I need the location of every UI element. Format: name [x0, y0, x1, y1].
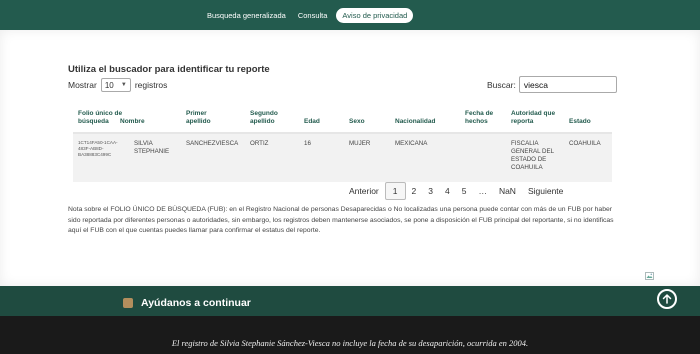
- th-edad[interactable]: Edad: [304, 118, 334, 126]
- pagination-page-last[interactable]: NaN: [493, 182, 522, 200]
- caption-band: El registro de Silvia Stephanie Sánchez-…: [0, 316, 700, 354]
- nav-consulta[interactable]: Consulta: [295, 9, 331, 22]
- help-badge-icon: [123, 298, 133, 308]
- cell-primer-apellido: SANCHEZVIESCA: [186, 140, 239, 147]
- records-label: registros: [134, 80, 168, 90]
- help-row: Ayúdanos a continuar: [123, 297, 251, 309]
- table-header: Folio único de búsqueda Nombre Primer ap…: [73, 96, 612, 134]
- show-label: Mostrar: [68, 80, 97, 90]
- results-table: Folio único de búsqueda Nombre Primer ap…: [73, 96, 612, 182]
- main-content: Utiliza el buscador para identificar tu …: [0, 30, 700, 286]
- search-input[interactable]: viesca: [518, 76, 617, 93]
- help-text[interactable]: Ayúdanos a continuar: [141, 297, 251, 309]
- search-control: Buscar: viesca: [487, 76, 617, 93]
- cell-segundo-apellido: ORTIZ: [250, 140, 269, 147]
- pagination: Anterior 1 2 3 4 5 … NaN Siguiente: [343, 182, 569, 200]
- cell-estado: COAHUILA: [569, 140, 601, 147]
- pagination-ellipsis: …: [478, 186, 487, 196]
- search-heading: Utiliza el buscador para identificar tu …: [68, 64, 270, 75]
- page-length-select[interactable]: 10 ▼: [100, 78, 131, 92]
- th-estado[interactable]: Estado: [569, 118, 609, 126]
- th-autoridad[interactable]: Autoridad que reporta: [511, 110, 561, 126]
- main-nav: Busqueda generalizada Consulta Aviso de …: [204, 7, 414, 23]
- pagination-next[interactable]: Siguiente: [522, 182, 569, 200]
- page-length-value: 10: [104, 80, 114, 90]
- arrow-up-icon: [662, 294, 672, 304]
- broken-image-icon: [645, 267, 654, 280]
- page-length-control: Mostrar 10 ▼ registros: [68, 78, 167, 92]
- th-sexo[interactable]: Sexo: [349, 118, 379, 126]
- pagination-page-4[interactable]: 4: [439, 182, 456, 200]
- cell-nombre: SILVIA STEPHANIE: [134, 140, 170, 156]
- th-folio[interactable]: Folio único de búsqueda: [78, 110, 126, 126]
- chevron-down-icon: ▼: [120, 82, 127, 88]
- cell-autoridad: FISCALIA GENERAL DEL ESTADO DE COAHUILA: [511, 140, 554, 172]
- th-nacionalidad[interactable]: Nacionalidad: [395, 118, 455, 126]
- scroll-to-top-button[interactable]: [657, 289, 677, 309]
- th-fecha-hechos[interactable]: Fecha de hechos: [465, 110, 497, 126]
- nav-busqueda-generalizada[interactable]: Busqueda generalizada: [204, 9, 289, 22]
- footer-band: Ayúdanos a continuar: [0, 286, 700, 316]
- pagination-page-2[interactable]: 2: [406, 182, 423, 200]
- nav-aviso-privacidad[interactable]: Aviso de privacidad: [336, 7, 414, 23]
- top-nav-bar: Busqueda generalizada Consulta Aviso de …: [0, 0, 700, 30]
- search-label: Buscar:: [487, 79, 516, 90]
- th-primer-apellido[interactable]: Primer apellido: [186, 110, 226, 126]
- cell-edad: 16: [304, 140, 311, 147]
- th-segundo-apellido[interactable]: Segundo apellido: [250, 110, 290, 126]
- fub-note: Nota sobre el FOLIO ÚNICO DE BÚSQUEDA (F…: [68, 206, 614, 235]
- th-nombre[interactable]: Nombre: [120, 118, 160, 126]
- cell-fub: 1CT14FA50-1CAA-483F-AB8D-BA38883C499C: [78, 140, 118, 158]
- image-caption: El registro de Silvia Stephanie Sánchez-…: [171, 338, 529, 348]
- pagination-page-3[interactable]: 3: [422, 182, 439, 200]
- table-row[interactable]: 1CT14FA50-1CAA-483F-AB8D-BA38883C499C SI…: [73, 134, 612, 182]
- cell-sexo: MUJER: [349, 140, 371, 147]
- pagination-previous[interactable]: Anterior: [343, 182, 385, 200]
- cell-nacionalidad: MEXICANA: [395, 140, 428, 147]
- pagination-page-1[interactable]: 1: [384, 182, 406, 200]
- pagination-page-5[interactable]: 5: [456, 182, 473, 200]
